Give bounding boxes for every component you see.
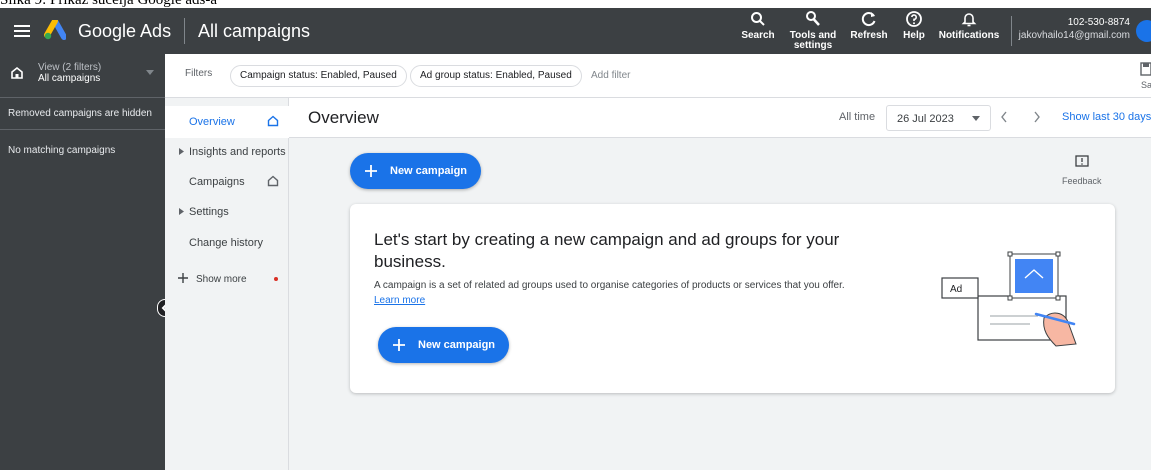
help-button[interactable]: Help [899,10,929,41]
get-started-card: Let's start by creating a new campaign a… [350,204,1115,393]
nav-item-label: Settings [189,206,229,218]
top-bar: Google Ads All campaigns Search Tools an… [0,8,1151,54]
caret-right-icon [179,148,184,155]
save-icon[interactable] [1140,62,1151,76]
view-filter-count: View (2 filters) [38,62,102,73]
new-campaign-label: New campaign [390,165,468,177]
wrench-icon [806,11,820,26]
tools-settings-label: Tools and settings [789,30,837,51]
learn-more-link[interactable]: Learn more [374,295,425,306]
chevron-down-icon [146,70,154,75]
bell-icon [961,13,977,27]
show-last-30-days-link[interactable]: Show last 30 days [1062,111,1151,123]
view-scope: All campaigns [38,73,101,84]
campaign-tree-panel: View (2 filters) All campaigns Removed c… [0,54,165,470]
overview-header: Overview All time 26 Jul 2023 Show last … [289,98,1151,138]
google-ads-logo-icon[interactable] [44,20,66,40]
ad-label: Ad [950,284,962,295]
filter-bar: Filters Campaign status: Enabled, Paused… [165,54,1151,98]
new-campaign-button[interactable]: New campaign [350,153,481,189]
tools-settings-button[interactable]: Tools and settings [784,10,842,51]
card-description: A campaign is a set of related ad groups… [374,280,845,291]
home-icon [267,175,279,187]
home-icon [267,115,279,127]
feedback-icon[interactable] [1075,155,1089,169]
nav-item-label: Overview [189,116,235,128]
caret-right-icon [179,208,184,215]
show-more-button[interactable]: Show more [165,264,289,296]
figure-caption: Slika 9: Prikaz sučelja Google ads-a [0,0,218,8]
chevron-down-icon [972,116,980,121]
date-range-label: All time [839,111,876,123]
account-id[interactable]: 102-530-8874 [1020,17,1130,28]
notification-dot [274,277,278,281]
account-email[interactable]: jakovhailo14@gmail.com [1016,30,1130,41]
page-nav: Overview Insights and reports Campaigns … [165,98,289,470]
card-new-campaign-label: New campaign [418,339,496,351]
plus-icon [393,339,405,351]
notifications-button[interactable]: Notifications [934,10,1004,41]
search-label: Search [741,30,775,41]
refresh-icon [861,12,876,27]
refresh-button[interactable]: Refresh [848,10,890,41]
account-divider [1011,16,1012,46]
card-new-campaign-button[interactable]: New campaign [378,327,509,363]
help-icon [906,11,922,27]
chevron-left-icon[interactable] [1000,111,1008,123]
ad-illustration: Ad [941,251,1077,347]
view-selector[interactable]: View (2 filters) All campaigns [0,54,165,98]
refresh-label: Refresh [850,30,888,41]
save-label[interactable]: Sa [1141,80,1151,90]
nav-item-insights[interactable]: Insights and reports [165,136,289,168]
chevron-right-icon[interactable] [1033,111,1041,123]
campaign-status-filter-chip[interactable]: Campaign status: Enabled, Paused [230,65,407,87]
plus-icon [365,165,377,177]
nav-item-campaigns[interactable]: Campaigns [165,166,289,198]
search-button[interactable]: Search [738,10,778,41]
nav-item-label: Change history [189,237,263,249]
panel-divider [0,129,165,130]
nav-item-settings[interactable]: Settings [165,196,289,228]
avatar[interactable] [1136,20,1151,42]
card-heading: Let's start by creating a new campaign a… [374,230,840,271]
no-matching-note: No matching campaigns [8,145,116,156]
home-icon [11,66,23,79]
ad-group-status-filter-chip[interactable]: Ad group status: Enabled, Paused [410,65,582,87]
nav-item-label: Campaigns [189,176,245,188]
brand-name: Google Ads [78,21,172,41]
add-filter-button[interactable]: Add filter [591,70,630,81]
main-content: Overview All time 26 Jul 2023 Show last … [289,98,1151,470]
overview-title: Overview [308,108,379,127]
help-label: Help [903,30,925,41]
notifications-label: Notifications [938,30,1000,41]
removed-hidden-note: Removed campaigns are hidden [8,108,152,119]
filters-label: Filters [185,68,213,79]
nav-item-overview[interactable]: Overview [165,106,289,138]
plus-icon [178,273,188,283]
nav-item-label: Insights and reports [189,146,286,158]
show-more-label: Show more [196,274,247,285]
menu-icon[interactable] [12,21,32,41]
page-title: All campaigns [198,21,311,41]
brand-divider [184,18,185,44]
feedback-label[interactable]: Feedback [1062,176,1102,186]
date-value: 26 Jul 2023 [897,113,954,125]
date-range-select[interactable]: 26 Jul 2023 [886,105,991,131]
nav-item-change-history[interactable]: Change history [165,227,289,259]
search-icon [751,12,765,26]
